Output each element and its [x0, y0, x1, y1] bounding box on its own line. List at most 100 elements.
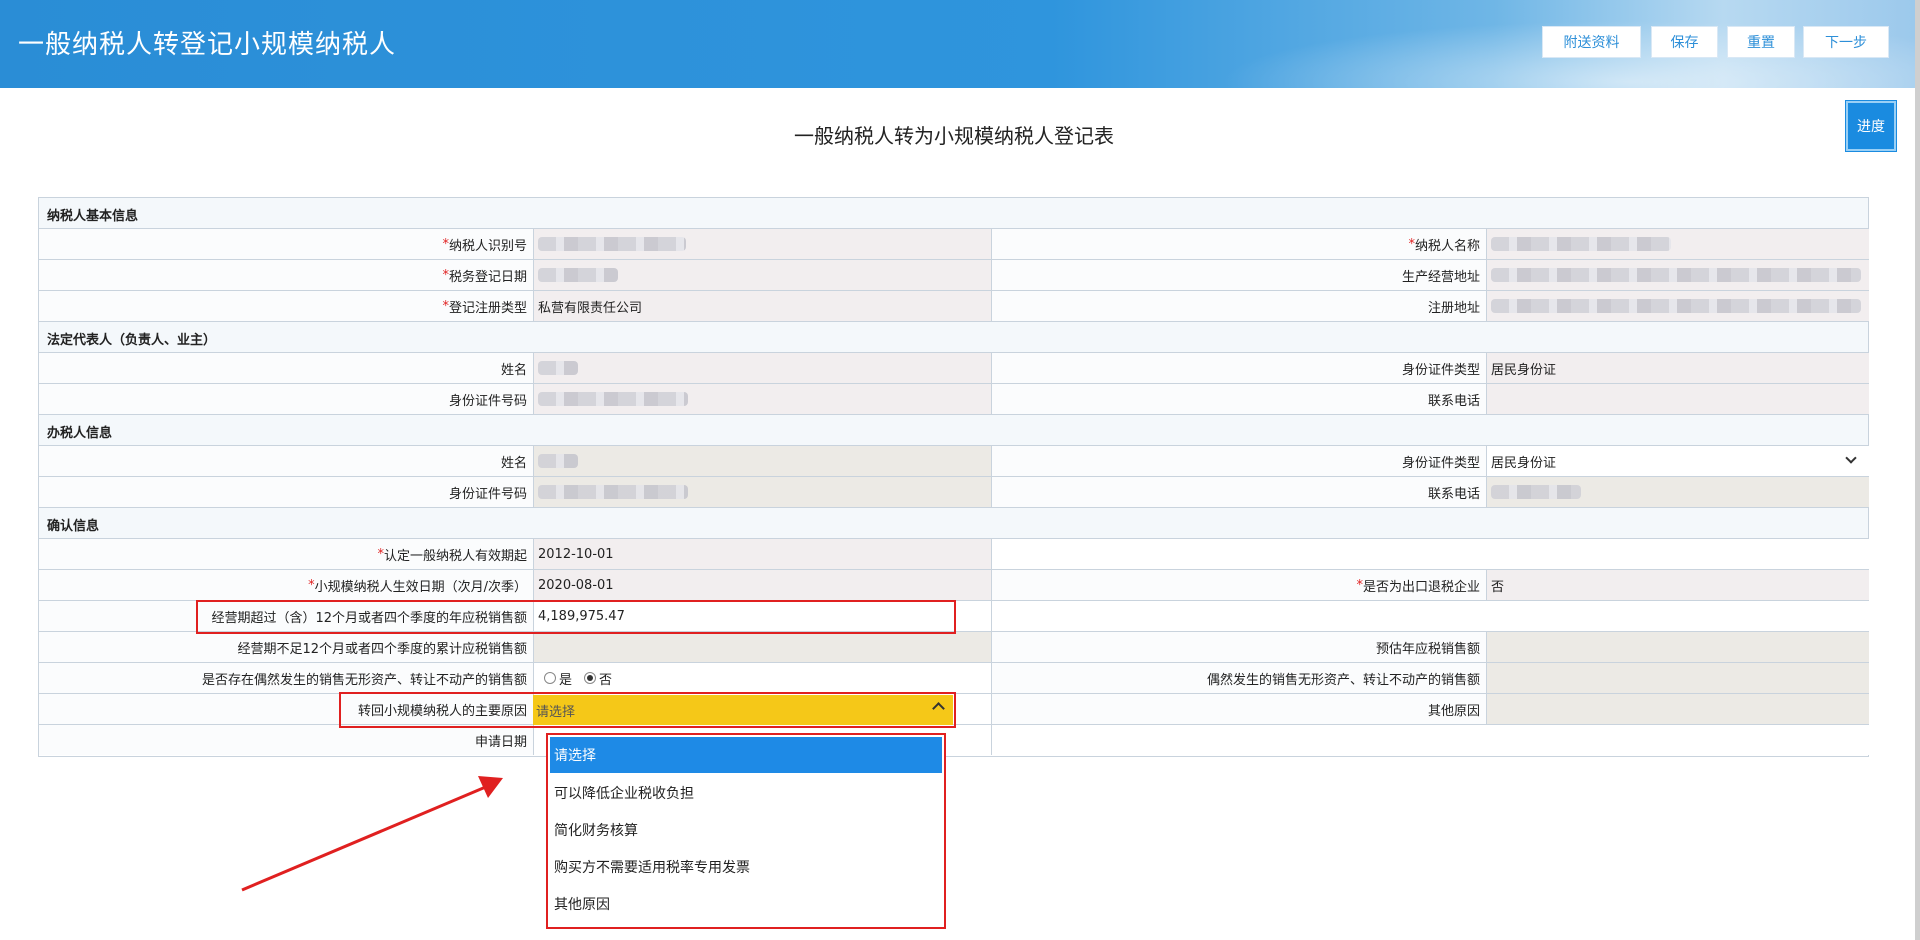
section-agent-info: 办税人信息 — [39, 415, 1868, 446]
small-effective-value: 2020-08-01 — [534, 570, 992, 600]
table-row: 是否存在偶然发生的销售无形资产、转让不动产的销售额 是 否 偶然发生的销售无形资… — [39, 663, 1869, 694]
table-row: * 登记注册类型 私营有限责任公司 注册地址 — [39, 291, 1869, 322]
business-address-field[interactable] — [1487, 260, 1869, 290]
registration-form-table: 纳税人基本信息 * 纳税人识别号 * 纳税人名称 * 税务登记日期 生产经营地址 * 登… — [38, 197, 1869, 757]
dropdown-option[interactable]: 其他原因 — [550, 886, 942, 922]
reg-type-value: 私营有限责任公司 — [534, 291, 992, 321]
taxpayer-id-label: * 纳税人识别号 — [39, 229, 534, 259]
redacted-value — [538, 454, 578, 468]
dropdown-option[interactable]: 简化财务核算 — [550, 812, 942, 848]
legal-phone-label: 联系电话 — [992, 384, 1487, 414]
section-title: 办税人信息 — [47, 426, 113, 441]
dropdown-option[interactable]: 可以降低企业税收负担 — [550, 775, 942, 811]
estimate-sales-input[interactable] — [1487, 632, 1869, 662]
legal-id-type-label: 身份证件类型 — [992, 353, 1487, 383]
page-title: 一般纳税人转为小规模纳税人登记表 — [794, 124, 1114, 148]
legal-id-no-field[interactable] — [534, 384, 992, 414]
annotation-highlight-over12 — [196, 600, 956, 634]
radio-no-label: 否 — [599, 672, 613, 688]
empty-cell — [992, 539, 1869, 569]
redacted-value — [1491, 485, 1581, 499]
section-basic-info: 纳税人基本信息 — [39, 198, 1868, 229]
empty-cell — [992, 725, 1869, 755]
table-row: 姓名 身份证件类型 居民身份证 — [39, 446, 1869, 477]
taxpayer-id-field[interactable] — [534, 229, 992, 259]
attach-docs-button[interactable]: 附送资料 — [1542, 26, 1641, 58]
redacted-value — [1491, 237, 1671, 251]
other-reason-input[interactable] — [1487, 694, 1869, 724]
table-row: * 税务登记日期 生产经营地址 — [39, 260, 1869, 291]
select-value: 居民身份证 — [1491, 455, 1557, 471]
reg-type-label: * 登记注册类型 — [39, 291, 534, 321]
estimate-sales-label: 预估年应税销售额 — [992, 632, 1487, 662]
empty-cell — [992, 601, 1869, 631]
occasional-amount-label: 偶然发生的销售无形资产、转让不动产的销售额 — [992, 663, 1487, 693]
other-reason-label: 其他原因 — [992, 694, 1487, 724]
general-start-value: 2012-10-01 — [534, 539, 992, 569]
section-confirm-info: 确认信息 — [39, 508, 1868, 539]
occasional-question-label: 是否存在偶然发生的销售无形资产、转让不动产的销售额 — [39, 663, 534, 693]
redacted-value — [538, 237, 686, 251]
agent-id-no-label: 身份证件号码 — [39, 477, 534, 507]
table-row: 经营期不足12个月或者四个季度的累计应税销售额 预估年应税销售额 — [39, 632, 1869, 663]
legal-id-no-label: 身份证件号码 — [39, 384, 534, 414]
app-title: 一般纳税人转登记小规模纳税人 — [18, 30, 397, 60]
small-effective-label: * 小规模纳税人生效日期（次月/次季） — [39, 570, 534, 600]
table-row: 申请日期 — [39, 725, 1869, 756]
business-address-label: 生产经营地址 — [992, 260, 1487, 290]
redacted-value — [538, 485, 688, 499]
occasional-radio-group: 是 否 — [534, 663, 992, 693]
table-row: * 小规模纳税人生效日期（次月/次季） 2020-08-01 * 是否为出口退税企业… — [39, 570, 1869, 601]
save-button[interactable]: 保存 — [1651, 26, 1718, 58]
table-row: 身份证件号码 联系电话 — [39, 384, 1869, 415]
radio-no[interactable] — [584, 672, 597, 684]
under12-sales-label: 经营期不足12个月或者四个季度的累计应税销售额 — [39, 632, 534, 662]
dropdown-option[interactable]: 请选择 — [550, 737, 942, 773]
taxpayer-name-field[interactable] — [1487, 229, 1869, 259]
next-step-button[interactable]: 下一步 — [1803, 26, 1889, 58]
export-value: 否 — [1487, 570, 1869, 600]
table-row: 姓名 身份证件类型 居民身份证 — [39, 353, 1869, 384]
legal-name-field[interactable] — [534, 353, 992, 383]
agent-phone-label: 联系电话 — [992, 477, 1487, 507]
agent-id-no-input[interactable] — [534, 477, 992, 507]
agent-phone-input[interactable] — [1487, 477, 1869, 507]
agent-name-input[interactable] — [534, 446, 992, 476]
table-row: * 纳税人识别号 * 纳税人名称 — [39, 229, 1869, 260]
reg-date-label: * 税务登记日期 — [39, 260, 534, 290]
reg-date-field[interactable] — [534, 260, 992, 290]
occasional-amount-input[interactable] — [1487, 663, 1869, 693]
legal-id-type-value: 居民身份证 — [1487, 353, 1869, 383]
section-title: 确认信息 — [47, 519, 100, 534]
table-row: * 认定一般纳税人有效期起 2012-10-01 — [39, 539, 1869, 570]
section-title: 纳税人基本信息 — [47, 209, 139, 224]
agent-id-type-label: 身份证件类型 — [992, 446, 1487, 476]
dropdown-option[interactable]: 购买方不需要适用税率专用发票 — [550, 849, 942, 885]
legal-name-label: 姓名 — [39, 353, 534, 383]
reset-button[interactable]: 重置 — [1727, 26, 1795, 58]
agent-id-type-select[interactable]: 居民身份证 — [1487, 446, 1869, 476]
reason-dropdown-list: 请选择 可以降低企业税收负担 简化财务核算 购买方不需要适用税率专用发票 其他原… — [546, 733, 946, 929]
apply-date-label: 申请日期 — [39, 725, 534, 755]
general-start-label: * 认定一般纳税人有效期起 — [39, 539, 534, 569]
legal-phone-field[interactable] — [1487, 384, 1869, 414]
annotation-highlight-reason — [339, 692, 956, 728]
redacted-value — [1491, 268, 1861, 282]
chevron-down-icon — [1845, 452, 1857, 464]
table-row: 身份证件号码 联系电话 — [39, 477, 1869, 508]
app-header: 一般纳税人转登记小规模纳税人 附送资料 保存 重置 下一步 — [0, 0, 1915, 88]
redacted-value — [538, 392, 688, 406]
redacted-value — [538, 361, 578, 375]
section-legal-rep: 法定代表人（负责人、业主） — [39, 322, 1868, 353]
agent-name-label: 姓名 — [39, 446, 534, 476]
radio-yes-label: 是 — [559, 672, 573, 688]
under12-sales-input[interactable] — [534, 632, 992, 662]
radio-yes[interactable] — [544, 672, 556, 684]
header-decoration — [1150, 10, 1915, 88]
reg-address-field[interactable] — [1487, 291, 1869, 321]
section-title: 法定代表人（负责人、业主） — [47, 333, 217, 348]
redacted-value — [538, 268, 618, 282]
taxpayer-name-label: * 纳税人名称 — [992, 229, 1487, 259]
page-scrollbar[interactable] — [1915, 0, 1920, 940]
export-label: * 是否为出口退税企业 — [992, 570, 1487, 600]
